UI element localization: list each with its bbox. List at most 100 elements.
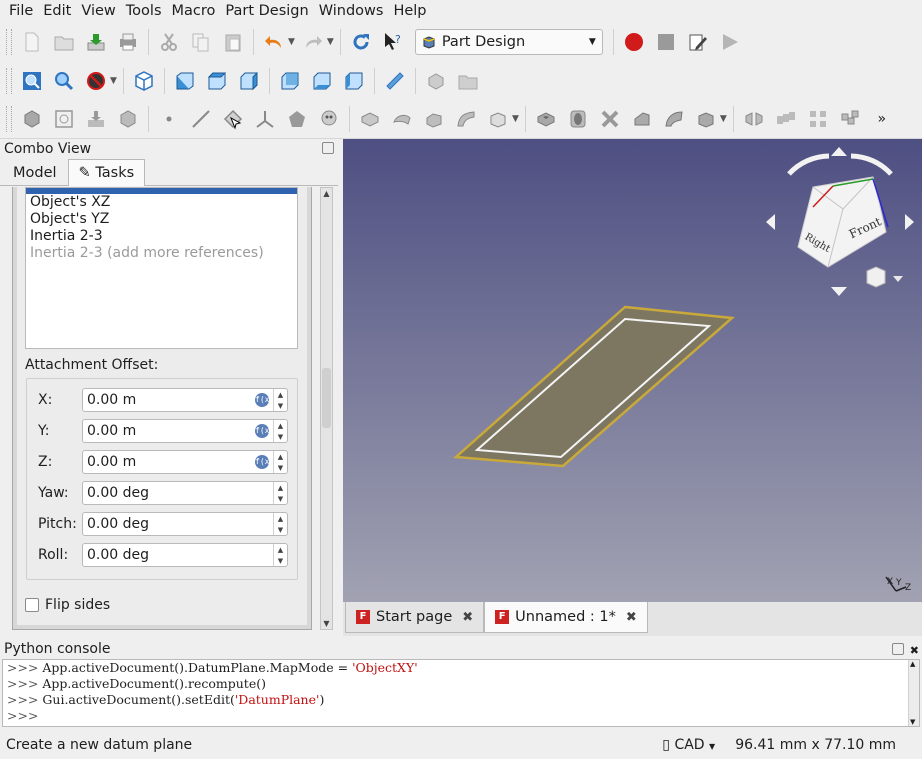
close-icon[interactable]: ✖: [626, 610, 637, 625]
primitive-dropdown-icon[interactable]: ▼: [512, 114, 519, 124]
nav-right-arrow-icon[interactable]: [905, 214, 914, 230]
fit-all-button[interactable]: [18, 67, 46, 95]
print-button[interactable]: [114, 28, 142, 56]
datum-point-button[interactable]: [155, 105, 183, 133]
undo-dropdown-icon[interactable]: ▼: [288, 37, 295, 47]
list-item[interactable]: Inertia 2-3: [26, 228, 297, 245]
multitransform-button[interactable]: [836, 105, 864, 133]
scroll-up-icon[interactable]: ▲: [910, 660, 915, 668]
rotate-left-arrow-icon[interactable]: [787, 153, 830, 176]
offset-x-input[interactable]: 0.00 m f(x) ▲ ▼: [82, 388, 288, 412]
offset-y-input[interactable]: 0.00 m f(x) ▲ ▼: [82, 419, 288, 443]
import-button[interactable]: [82, 105, 110, 133]
scroll-down-icon[interactable]: ▼: [321, 619, 332, 628]
scroll-thumb[interactable]: [322, 368, 331, 428]
spin-arrows-icon[interactable]: ▲ ▼: [273, 389, 287, 411]
new-document-button[interactable]: [18, 28, 46, 56]
nav-down-arrow-icon[interactable]: [831, 287, 847, 296]
create-part-button[interactable]: [422, 67, 450, 95]
paste-button[interactable]: [219, 28, 247, 56]
console-input-line[interactable]: >>>: [3, 708, 919, 724]
spin-arrows-icon[interactable]: ▲ ▼: [273, 451, 287, 473]
macro-run-button[interactable]: [716, 28, 744, 56]
undock-icon[interactable]: [892, 643, 904, 655]
create-group-button[interactable]: [454, 67, 482, 95]
expression-icon[interactable]: f(x): [255, 424, 274, 438]
view-rear-button[interactable]: [276, 67, 304, 95]
mirrored-button[interactable]: [740, 105, 768, 133]
overflow-button[interactable]: »: [868, 105, 896, 133]
undo-button[interactable]: [260, 28, 288, 56]
offset-pitch-input[interactable]: 0.00 deg ▲ ▼: [82, 512, 288, 536]
view-bottom-button[interactable]: [308, 67, 336, 95]
navigation-style-selector[interactable]: ▯ CAD ▼: [662, 737, 715, 753]
workbench-selector[interactable]: Part Design ▼: [414, 28, 603, 55]
expression-icon[interactable]: f(x): [255, 455, 274, 469]
menu-help[interactable]: Help: [388, 0, 431, 22]
menu-edit[interactable]: Edit: [38, 0, 76, 22]
list-item[interactable]: Object's YZ: [26, 211, 297, 228]
tab-start-page[interactable]: F Start page ✖: [345, 602, 485, 633]
save-button[interactable]: [82, 28, 110, 56]
spin-arrows-icon[interactable]: ▲ ▼: [273, 513, 287, 535]
measure-distance-button[interactable]: [381, 67, 409, 95]
subtractive-dropdown-icon[interactable]: ▼: [720, 114, 727, 124]
pocket-button[interactable]: [532, 105, 560, 133]
clone-button[interactable]: [114, 105, 142, 133]
view-left-button[interactable]: [340, 67, 368, 95]
offset-yaw-input[interactable]: 0.00 deg ▲ ▼: [82, 481, 288, 505]
additive-pipe-button[interactable]: [452, 105, 480, 133]
navigation-cube[interactable]: Front Right: [766, 147, 914, 296]
menu-windows[interactable]: Windows: [314, 0, 389, 22]
flip-sides-row[interactable]: Flip sides: [25, 597, 110, 613]
toolbar-grip[interactable]: [6, 106, 12, 132]
3d-view[interactable]: Front Right X Y Z: [343, 139, 922, 602]
macro-record-button[interactable]: [620, 28, 648, 56]
spin-arrows-icon[interactable]: ▲ ▼: [273, 420, 287, 442]
macro-stop-button[interactable]: [652, 28, 680, 56]
spin-arrows-icon[interactable]: ▲ ▼: [273, 544, 287, 566]
view-right-button[interactable]: [235, 67, 263, 95]
additive-primitive-button[interactable]: [484, 105, 512, 133]
references-list[interactable]: Object's XZ Object's YZ Inertia 2-3 Iner…: [25, 187, 298, 349]
draw-style-dropdown-icon[interactable]: ▼: [110, 76, 117, 86]
toolbar-grip[interactable]: [6, 28, 12, 55]
scroll-up-icon[interactable]: ▲: [321, 189, 332, 198]
menu-view[interactable]: View: [76, 0, 120, 22]
open-button[interactable]: [50, 28, 78, 56]
list-item[interactable]: Inertia 2-3 (add more references): [26, 245, 297, 262]
local-cs-button[interactable]: [251, 105, 279, 133]
tab-model[interactable]: Model: [2, 160, 68, 185]
redo-button[interactable]: [299, 28, 327, 56]
menu-tools[interactable]: Tools: [121, 0, 167, 22]
menu-part-design[interactable]: Part Design: [220, 0, 313, 22]
python-console-output[interactable]: >>> App.activeDocument().DatumPlane.MapM…: [2, 659, 920, 727]
shape-binder-button[interactable]: [283, 105, 311, 133]
view-front-button[interactable]: [171, 67, 199, 95]
tab-unnamed-document[interactable]: F Unnamed : 1* ✖: [484, 602, 648, 633]
menu-file[interactable]: File: [4, 0, 38, 22]
3d-scene[interactable]: Front Right X Y Z: [343, 139, 922, 602]
nav-left-arrow-icon[interactable]: [766, 214, 775, 230]
pad-button[interactable]: [356, 105, 384, 133]
whats-this-button[interactable]: ?: [379, 28, 407, 56]
datum-plane[interactable]: [452, 305, 735, 468]
hole-button[interactable]: [564, 105, 592, 133]
additive-loft-button[interactable]: [420, 105, 448, 133]
rotate-right-arrow-icon[interactable]: [850, 153, 893, 176]
close-icon[interactable]: ✖: [462, 610, 473, 625]
scroll-down-icon[interactable]: ▼: [910, 718, 915, 726]
undock-icon[interactable]: [322, 142, 334, 154]
view-menu-cube-icon[interactable]: [866, 266, 903, 288]
macro-edit-button[interactable]: [684, 28, 712, 56]
view-top-button[interactable]: [203, 67, 231, 95]
revolution-button[interactable]: [388, 105, 416, 133]
groove-button[interactable]: [596, 105, 624, 133]
draw-style-button[interactable]: [82, 67, 110, 95]
linear-pattern-button[interactable]: [772, 105, 800, 133]
fit-selection-button[interactable]: [50, 67, 78, 95]
offset-roll-input[interactable]: 0.00 deg ▲ ▼: [82, 543, 288, 567]
copy-button[interactable]: [187, 28, 215, 56]
task-scrollbar[interactable]: ▲ ▼: [320, 187, 333, 630]
subtractive-primitive-button[interactable]: [692, 105, 720, 133]
